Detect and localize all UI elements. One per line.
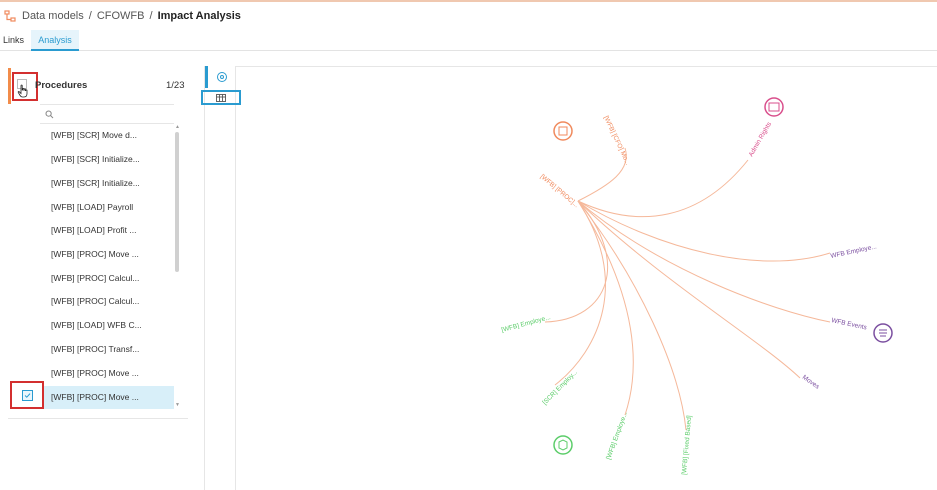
graph-link [577, 200, 687, 431]
graph-link [577, 200, 831, 262]
graph-link [577, 200, 634, 416]
graph-node-label[interactable]: [WFB] [CFO] Mo... [602, 115, 631, 167]
graph-link [577, 200, 801, 379]
graph-node-label[interactable]: Admin Rights [748, 120, 774, 158]
graph-link [554, 200, 606, 386]
procedure-node-icon[interactable] [553, 121, 573, 141]
graph-node-label[interactable]: [SCR] Employ... [541, 369, 578, 406]
graph-node-label[interactable]: [WFB] Employe... [605, 411, 629, 461]
impact-graph[interactable]: [WFB] [PROC]... [WFB] [CFO] Mo... Admin … [0, 0, 937, 490]
graph-link [577, 159, 749, 218]
graph-node-label[interactable]: [WFB] Employe... [501, 314, 552, 334]
report-node-icon[interactable] [873, 323, 893, 343]
graph-node-label[interactable]: WFB Employe... [830, 243, 878, 260]
graph-center-label[interactable]: [WFB] [PROC]... [539, 173, 580, 209]
table-node-icon[interactable] [553, 435, 573, 455]
graph-node-label[interactable]: [WFB] [Fixed Based] [681, 415, 693, 475]
graph-node-label[interactable]: WFB Events [831, 317, 869, 332]
graph-node-label[interactable]: Moves [801, 374, 821, 391]
form-node-icon[interactable] [764, 97, 784, 117]
graph-link [577, 147, 627, 202]
